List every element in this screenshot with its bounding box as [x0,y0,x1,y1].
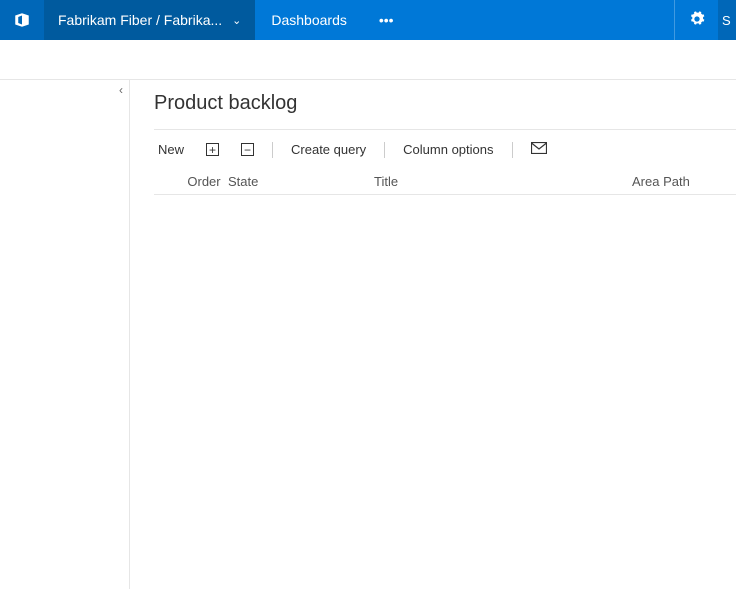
hub-tabs [0,40,736,80]
mail-icon [531,142,547,157]
chevron-down-icon: ⌄ [232,14,241,27]
right-cutoff: S [718,0,736,40]
grid-header: Order State Title Area Path [154,169,736,195]
add-button[interactable]: + [202,141,223,158]
create-query-button[interactable]: Create query [287,140,370,159]
backlog-toolbar: New + − Create query Column options [154,130,736,169]
top-nav-bar: Fabrikam Fiber / Fabrika... ⌄ Dashboards… [0,0,736,40]
email-button[interactable] [527,140,551,159]
gear-icon [689,11,705,30]
more-nav-button[interactable]: ••• [363,0,410,40]
col-header-area[interactable]: Area Path [632,174,736,189]
remove-button[interactable]: − [237,141,258,158]
backlog-sidebar: ‹ [0,80,130,589]
minus-square-icon: − [241,143,254,156]
backlog-grid: Order State Title Area Path [154,169,736,195]
col-header-state[interactable]: State [228,174,338,189]
project-name: Fabrikam Fiber / Fabrika... [58,12,222,28]
toolbar-separator [272,142,273,158]
col-header-order[interactable]: Order [180,174,228,189]
toolbar-separator [384,142,385,158]
main-content: Product backlog New + − Create query Col… [130,80,736,589]
plus-square-icon: + [206,143,219,156]
column-options-button[interactable]: Column options [399,140,497,159]
collapse-sidebar-button[interactable]: ‹ [119,83,123,97]
nav-dashboards[interactable]: Dashboards [255,0,363,40]
project-selector[interactable]: Fabrikam Fiber / Fabrika... ⌄ [44,0,255,40]
col-header-title[interactable]: Title [374,174,606,189]
settings-button[interactable] [674,0,718,40]
new-item-button[interactable]: New [154,140,188,159]
toolbar-separator [512,142,513,158]
vsts-logo[interactable] [0,0,44,40]
page-title: Product backlog [154,92,736,115]
